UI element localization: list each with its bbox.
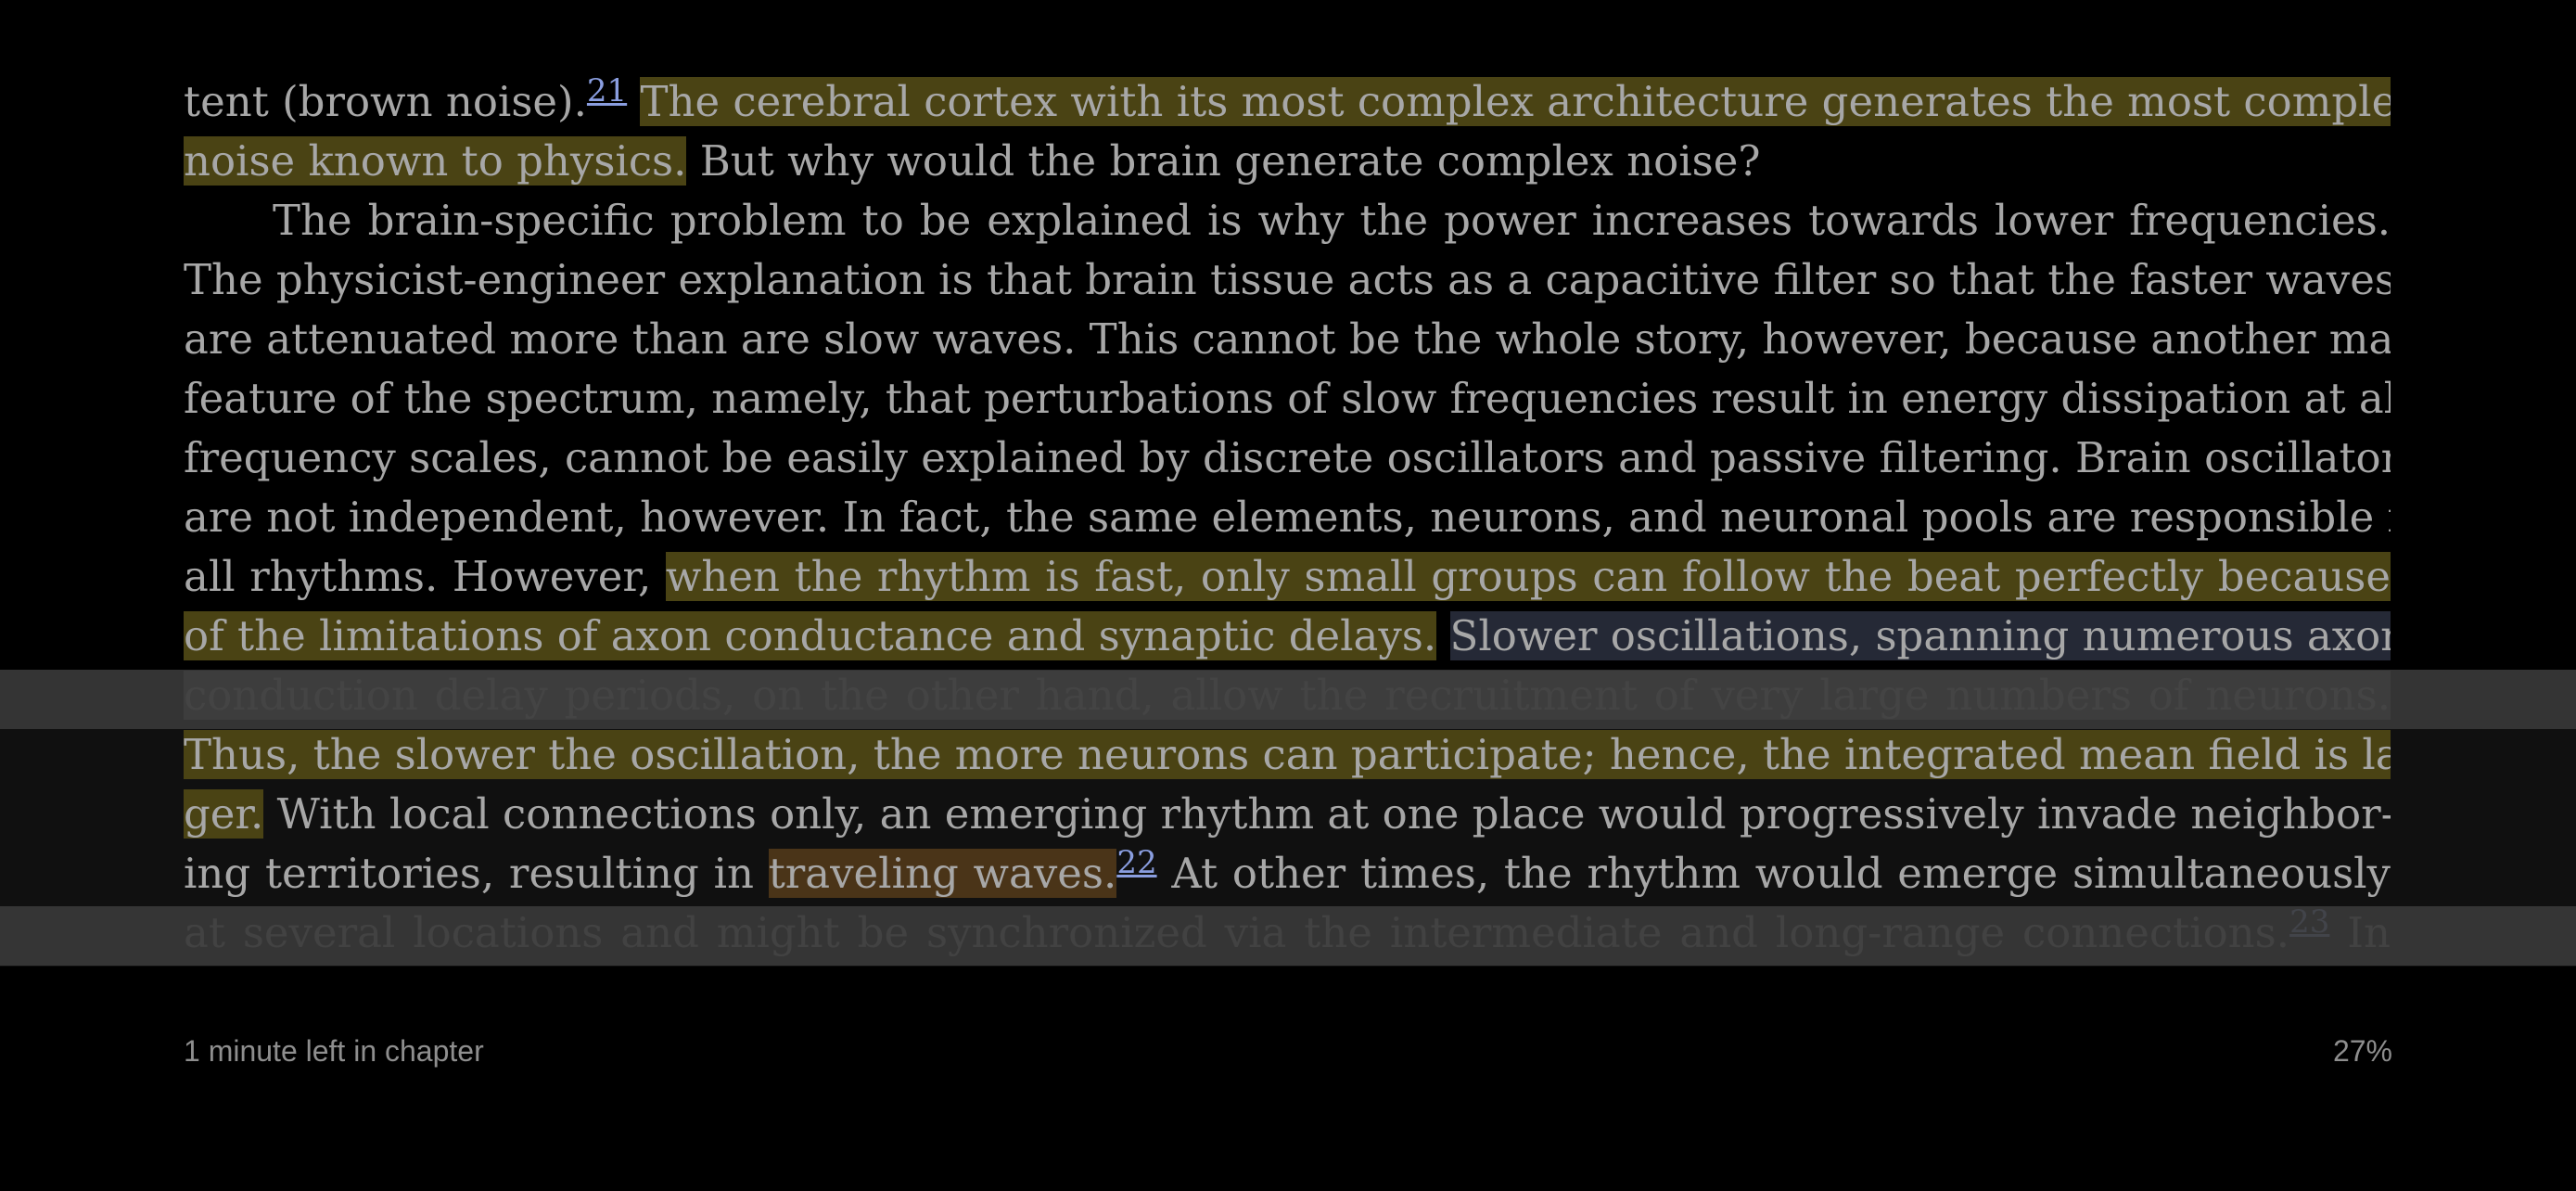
body-text: tent (brown noise). (184, 77, 587, 126)
text-line[interactable]: are attenuated more than are slow waves.… (184, 310, 2391, 369)
highlighted-text[interactable]: of the limitations of axon conductance a… (184, 611, 1437, 660)
text-line[interactable]: The brain-specific problem to be explain… (184, 191, 2391, 250)
body-text: at several locations and might be synchr… (184, 908, 2290, 957)
footnote-link[interactable]: 22 (1116, 844, 1156, 881)
highlighted-text[interactable]: The cerebral cortex with its most comple… (640, 77, 2391, 126)
text-line[interactable]: of the limitations of axon conductance a… (184, 607, 2391, 666)
body-text (1436, 611, 1449, 660)
highlighted-text[interactable]: when the rhythm is fast, only small grou… (665, 552, 2391, 601)
body-text: The physicist-engineer explanation is th… (184, 255, 2391, 304)
text-line[interactable]: noise known to physics. But why would th… (184, 132, 2391, 191)
highlighted-text[interactable]: Thus, the slower the oscillation, the mo… (184, 730, 2391, 779)
highlighted-text[interactable]: Slower oscillations, spanning numerous a… (1449, 611, 2391, 660)
highlighted-text[interactable]: ger. (184, 789, 264, 839)
text-line[interactable]: all rhythms. However, when the rhythm is… (184, 547, 2391, 607)
text-line[interactable]: tent (brown noise).21 The cerebral corte… (184, 72, 2391, 132)
text-line[interactable]: The physicist-engineer explanation is th… (184, 250, 2391, 310)
text-line[interactable]: Thus, the slower the oscillation, the mo… (184, 725, 2391, 785)
footnote-link[interactable]: 21 (587, 72, 627, 109)
body-text: With local connections only, an emerging… (263, 789, 2391, 839)
body-text: are attenuated more than are slow waves.… (184, 314, 2391, 364)
body-text: all rhythms. However, (184, 552, 666, 601)
text-line[interactable]: feature of the spectrum, namely, that pe… (184, 369, 2391, 429)
body-text: But why would the brain generate complex… (686, 136, 1761, 186)
book-progress-percent: 27% (2332, 1034, 2392, 1068)
body-text: ing territories, resulting in (184, 849, 769, 898)
highlighted-text[interactable]: traveling waves. (768, 849, 1117, 898)
body-text: are not independent, however. In fact, t… (184, 493, 2391, 542)
body-text: frequency scales, cannot be easily expla… (184, 433, 2391, 482)
text-line[interactable]: are not independent, however. In fact, t… (184, 488, 2391, 547)
chapter-time-remaining: 1 minute left in chapter (184, 1034, 484, 1068)
highlighted-text[interactable]: noise known to physics. (184, 136, 687, 186)
text-line[interactable]: ger. With local connections only, an eme… (184, 785, 2391, 844)
text-line[interactable]: frequency scales, cannot be easily expla… (184, 429, 2391, 488)
body-text: feature of the spectrum, namely, that pe… (184, 374, 2391, 423)
body-text: The brain-specific problem to be explain… (273, 196, 2391, 245)
footnote-link[interactable]: 23 (2289, 903, 2329, 941)
text-line[interactable]: at several locations and might be synchr… (184, 903, 2391, 963)
body-text: In (2329, 908, 2391, 957)
highlighted-text[interactable]: conduction delay periods, on the other h… (184, 671, 2391, 720)
text-line[interactable]: conduction delay periods, on the other h… (184, 666, 2391, 725)
body-text: At other times, the rhythm would emerge … (1156, 849, 2391, 898)
text-line[interactable]: ing territories, resulting in traveling … (184, 844, 2391, 903)
book-page-text[interactable]: tent (brown noise).21 The cerebral corte… (184, 72, 2391, 963)
body-text (627, 77, 640, 126)
